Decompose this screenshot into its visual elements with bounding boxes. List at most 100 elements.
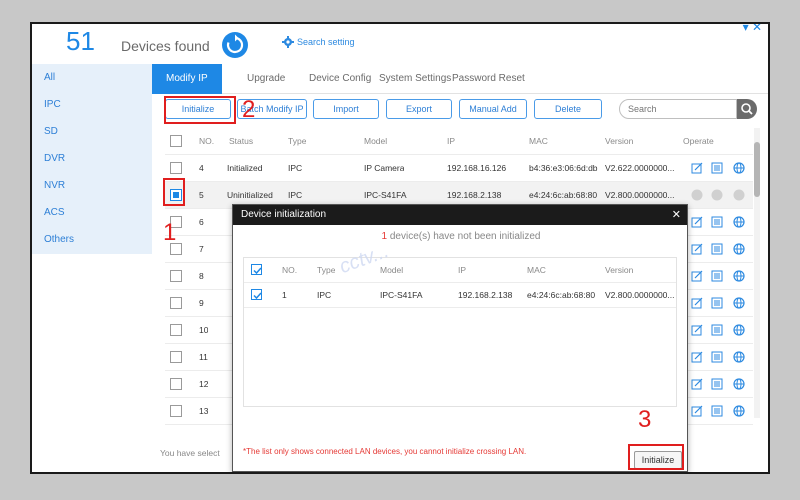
row-ip: 192.168.16.126 [447, 163, 507, 173]
chevron-down-icon[interactable]: ▾ [743, 24, 749, 34]
edit-icon[interactable] [691, 270, 703, 282]
edit-icon[interactable] [691, 351, 703, 363]
details-icon[interactable] [711, 162, 723, 174]
details-icon[interactable] [711, 378, 723, 390]
delete-button[interactable]: Delete [534, 99, 602, 119]
web-globe-icon[interactable] [733, 351, 745, 363]
row-no: 8 [199, 271, 204, 281]
tab-modify-ip[interactable]: Modify IP [152, 64, 222, 94]
devices-found-label: Devices found [121, 38, 210, 54]
export-button[interactable]: Export [386, 99, 452, 119]
col-no: NO. [199, 136, 215, 146]
dialog-select-all-checkbox[interactable] [251, 264, 262, 275]
web-globe-icon[interactable] [733, 297, 745, 309]
details-icon[interactable] [711, 405, 723, 417]
web-globe-icon[interactable] [733, 324, 745, 336]
row-checkbox[interactable] [170, 324, 182, 336]
edit-icon[interactable] [691, 297, 703, 309]
sidebar-item-all[interactable]: All [32, 64, 152, 91]
uninitialized-text: device(s) have not been initialized [389, 231, 541, 242]
row-no: 10 [199, 325, 209, 335]
annotation-box-checkbox [163, 178, 185, 206]
dialog-device-table: NO. Type Model IP MAC Version 1 IPC IPC-… [243, 257, 677, 407]
search-button[interactable] [737, 99, 757, 119]
sidebar-item-nvr[interactable]: NVR [32, 172, 152, 199]
uninitialized-message: 1 device(s) have not been initialized [233, 231, 689, 242]
tab-device-config[interactable]: Device Config [309, 64, 371, 94]
import-button[interactable]: Import [313, 99, 379, 119]
dialog-col-type: Type [317, 265, 336, 275]
sidebar-item-acs[interactable]: ACS [32, 199, 152, 226]
annotation-box-initialize [164, 96, 236, 124]
dialog-row-ip: 192.168.2.138 [458, 290, 513, 300]
details-icon-disabled [711, 189, 723, 201]
tab-password-reset[interactable]: Password Reset [452, 64, 525, 94]
tab-bar: Modify IP Upgrade Device Config System S… [152, 64, 768, 94]
row-checkbox[interactable] [170, 405, 182, 417]
edit-icon[interactable] [691, 216, 703, 228]
web-globe-icon[interactable] [733, 270, 745, 282]
table-scrollbar[interactable] [754, 128, 760, 418]
row-type: IPC [288, 163, 303, 173]
tab-upgrade[interactable]: Upgrade [247, 64, 285, 94]
row-no: 9 [199, 298, 204, 308]
col-version: Version [605, 136, 634, 146]
web-globe-icon[interactable] [733, 216, 745, 228]
refresh-button[interactable] [222, 32, 248, 58]
search-input[interactable] [619, 99, 737, 119]
lan-note: *The list only shows connected LAN devic… [243, 447, 527, 456]
table-row[interactable]: 4 Initialized IPC IP Camera 192.168.16.1… [165, 155, 753, 182]
edit-icon[interactable] [691, 243, 703, 255]
annotation-step-1: 1 [163, 219, 177, 246]
row-no: 5 [199, 190, 204, 200]
sidebar-item-ipc[interactable]: IPC [32, 91, 152, 118]
app-window: 51 Devices found Search setting ▾ ✕ All … [30, 22, 770, 474]
table-header: NO. Status Type Model IP MAC Version Ope… [165, 128, 753, 155]
selection-status: You have select [160, 448, 220, 458]
row-checkbox[interactable] [170, 351, 182, 363]
row-no: 13 [199, 406, 209, 416]
annotation-box-dialog-initialize [628, 444, 684, 470]
row-checkbox[interactable] [170, 162, 182, 174]
close-icon[interactable]: ✕ [752, 24, 762, 34]
search-setting-link[interactable]: Search setting [282, 36, 355, 48]
sidebar-item-others[interactable]: Others [32, 226, 152, 253]
sidebar-item-dvr[interactable]: DVR [32, 145, 152, 172]
dialog-row-checkbox[interactable] [251, 289, 262, 300]
manual-add-button[interactable]: Manual Add [459, 99, 527, 119]
web-globe-icon[interactable] [733, 243, 745, 255]
dialog-col-no: NO. [282, 265, 298, 275]
col-mac: MAC [529, 136, 548, 146]
row-no: 4 [199, 163, 204, 173]
details-icon[interactable] [711, 351, 723, 363]
edit-icon[interactable] [691, 405, 703, 417]
web-globe-icon[interactable] [733, 405, 745, 417]
device-count: 51 [66, 26, 95, 56]
web-globe-icon[interactable] [733, 378, 745, 390]
edit-icon[interactable] [691, 378, 703, 390]
edit-icon[interactable] [691, 162, 703, 174]
row-checkbox[interactable] [170, 297, 182, 309]
select-all-checkbox[interactable] [170, 135, 182, 147]
web-globe-icon[interactable] [733, 162, 745, 174]
row-no: 6 [199, 217, 204, 227]
details-icon[interactable] [711, 270, 723, 282]
tab-system-settings[interactable]: System Settings [379, 64, 451, 94]
dialog-table-row[interactable]: 1 IPC IPC-S41FA 192.168.2.138 e4:24:6c:a… [244, 283, 676, 308]
web-globe-icon-disabled [733, 189, 745, 201]
details-icon[interactable] [711, 297, 723, 309]
edit-icon[interactable] [691, 324, 703, 336]
row-checkbox[interactable] [170, 270, 182, 282]
edit-icon-disabled [691, 189, 703, 201]
gear-icon [282, 36, 294, 48]
details-icon[interactable] [711, 243, 723, 255]
col-type: Type [288, 136, 307, 146]
details-icon[interactable] [711, 324, 723, 336]
sidebar-item-sd[interactable]: SD [32, 118, 152, 145]
details-icon[interactable] [711, 216, 723, 228]
dialog-row-version: V2.800.0000000... [605, 290, 675, 300]
row-checkbox[interactable] [170, 378, 182, 390]
close-icon[interactable]: ✕ [672, 205, 681, 225]
scrollbar-thumb[interactable] [754, 142, 760, 197]
window-controls: ▾ ✕ [743, 24, 762, 34]
